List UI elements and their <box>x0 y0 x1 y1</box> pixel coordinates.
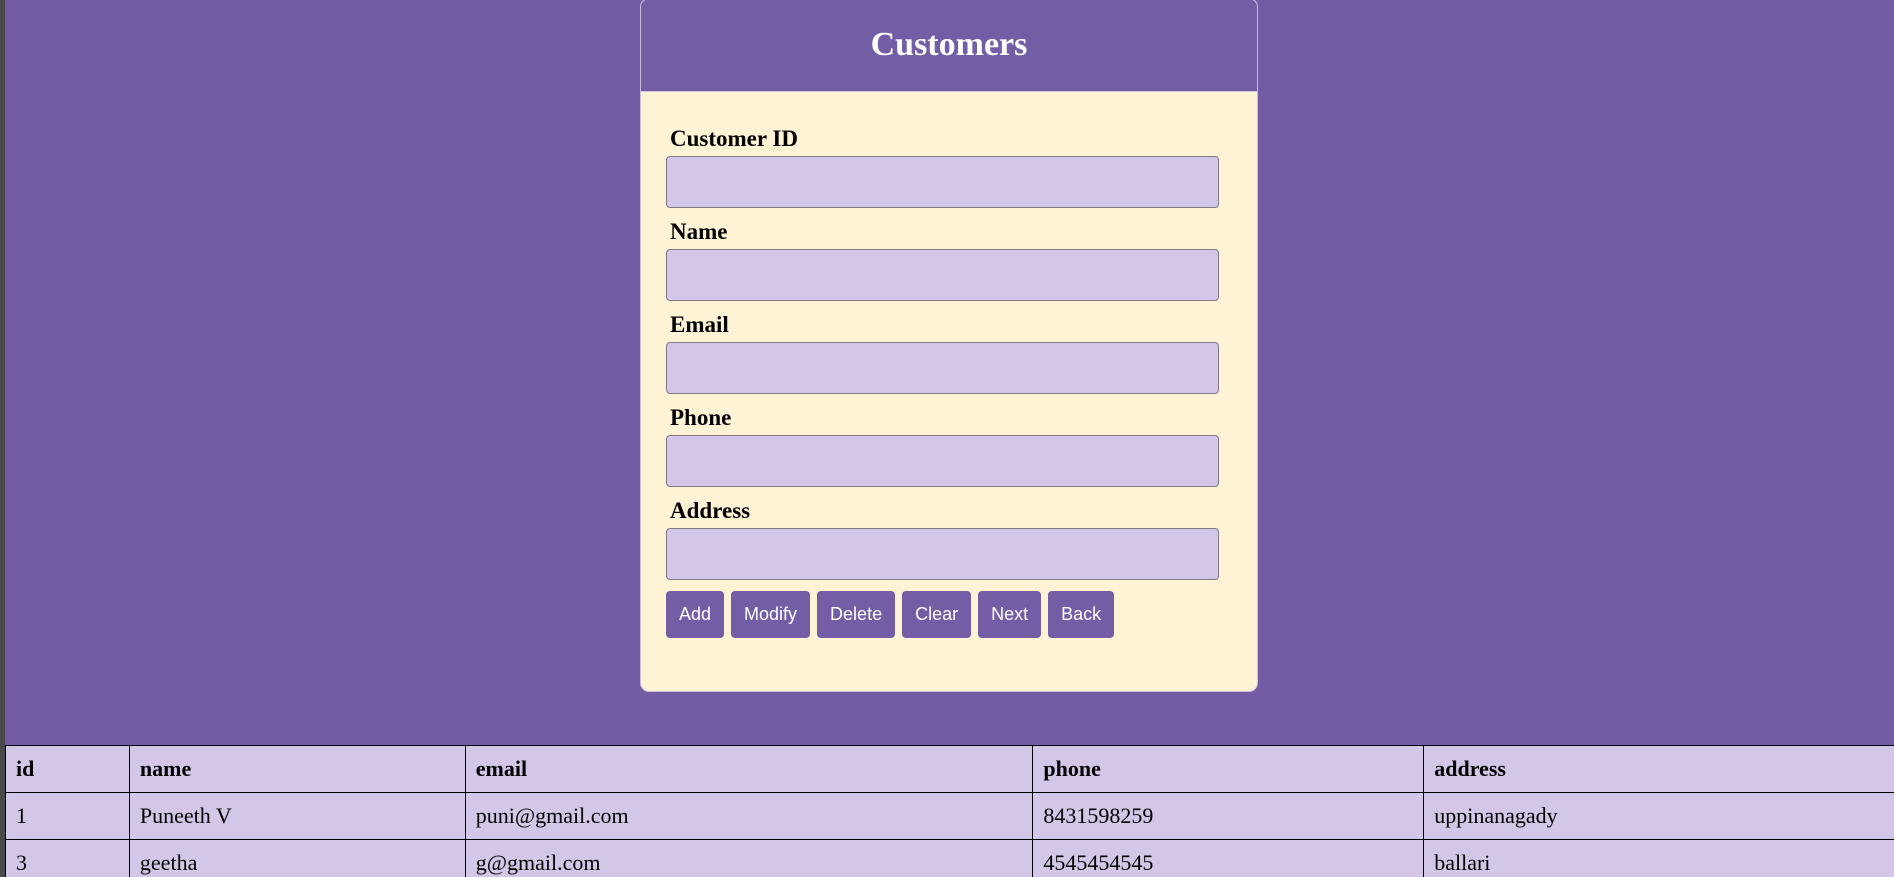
customer-id-label: Customer ID <box>670 126 798 151</box>
address-label: Address <box>670 498 751 523</box>
cell-name: geetha <box>128 839 466 877</box>
address-input[interactable] <box>666 528 1219 580</box>
add-button[interactable]: Add <box>666 591 725 638</box>
column-header-email: email <box>464 745 1034 793</box>
cell-name: Puneeth V <box>128 792 466 840</box>
cell-email: puni@gmail.com <box>464 792 1034 840</box>
cell-email: g@gmail.com <box>464 839 1034 877</box>
email-input[interactable] <box>666 342 1219 394</box>
cell-phone: 8431598259 <box>1032 792 1425 840</box>
form-body: Customer ID Name Email Phone Address Add… <box>641 92 1257 638</box>
customer-table-container: id name email phone address 1 Puneeth V … <box>5 745 1894 877</box>
table-row[interactable]: 1 Puneeth V puni@gmail.com 8431598259 up… <box>5 792 1894 840</box>
phone-label: Phone <box>670 405 732 430</box>
back-button[interactable]: Back <box>1048 591 1115 638</box>
column-header-id: id <box>5 745 130 793</box>
page-title: Customers <box>870 26 1028 63</box>
action-buttons: Add Modify Delete Clear Next Back <box>666 591 1219 638</box>
customer-id-input[interactable] <box>666 156 1219 208</box>
modify-button[interactable]: Modify <box>731 591 811 638</box>
delete-button[interactable]: Delete <box>817 591 896 638</box>
table-row[interactable]: 3 geetha g@gmail.com 4545454545 ballari <box>5 839 1894 877</box>
name-input[interactable] <box>666 249 1219 301</box>
cell-id: 3 <box>5 839 130 877</box>
cell-address: uppinanagady <box>1423 792 1894 840</box>
table-header-row: id name email phone address <box>5 745 1894 793</box>
column-header-name: name <box>128 745 466 793</box>
customer-table: id name email phone address 1 Puneeth V … <box>5 745 1894 877</box>
clear-button[interactable]: Clear <box>902 591 972 638</box>
card-header: Customers <box>641 0 1257 92</box>
customer-form-card: Customers Customer ID Name Email Phone A… <box>640 0 1258 692</box>
phone-input[interactable] <box>666 435 1219 487</box>
column-header-address: address <box>1423 745 1894 793</box>
cell-address: ballari <box>1423 839 1894 877</box>
cell-id: 1 <box>5 792 130 840</box>
next-button[interactable]: Next <box>978 591 1042 638</box>
email-label: Email <box>670 312 729 337</box>
name-label: Name <box>670 219 728 244</box>
column-header-phone: phone <box>1032 745 1425 793</box>
cell-phone: 4545454545 <box>1032 839 1425 877</box>
